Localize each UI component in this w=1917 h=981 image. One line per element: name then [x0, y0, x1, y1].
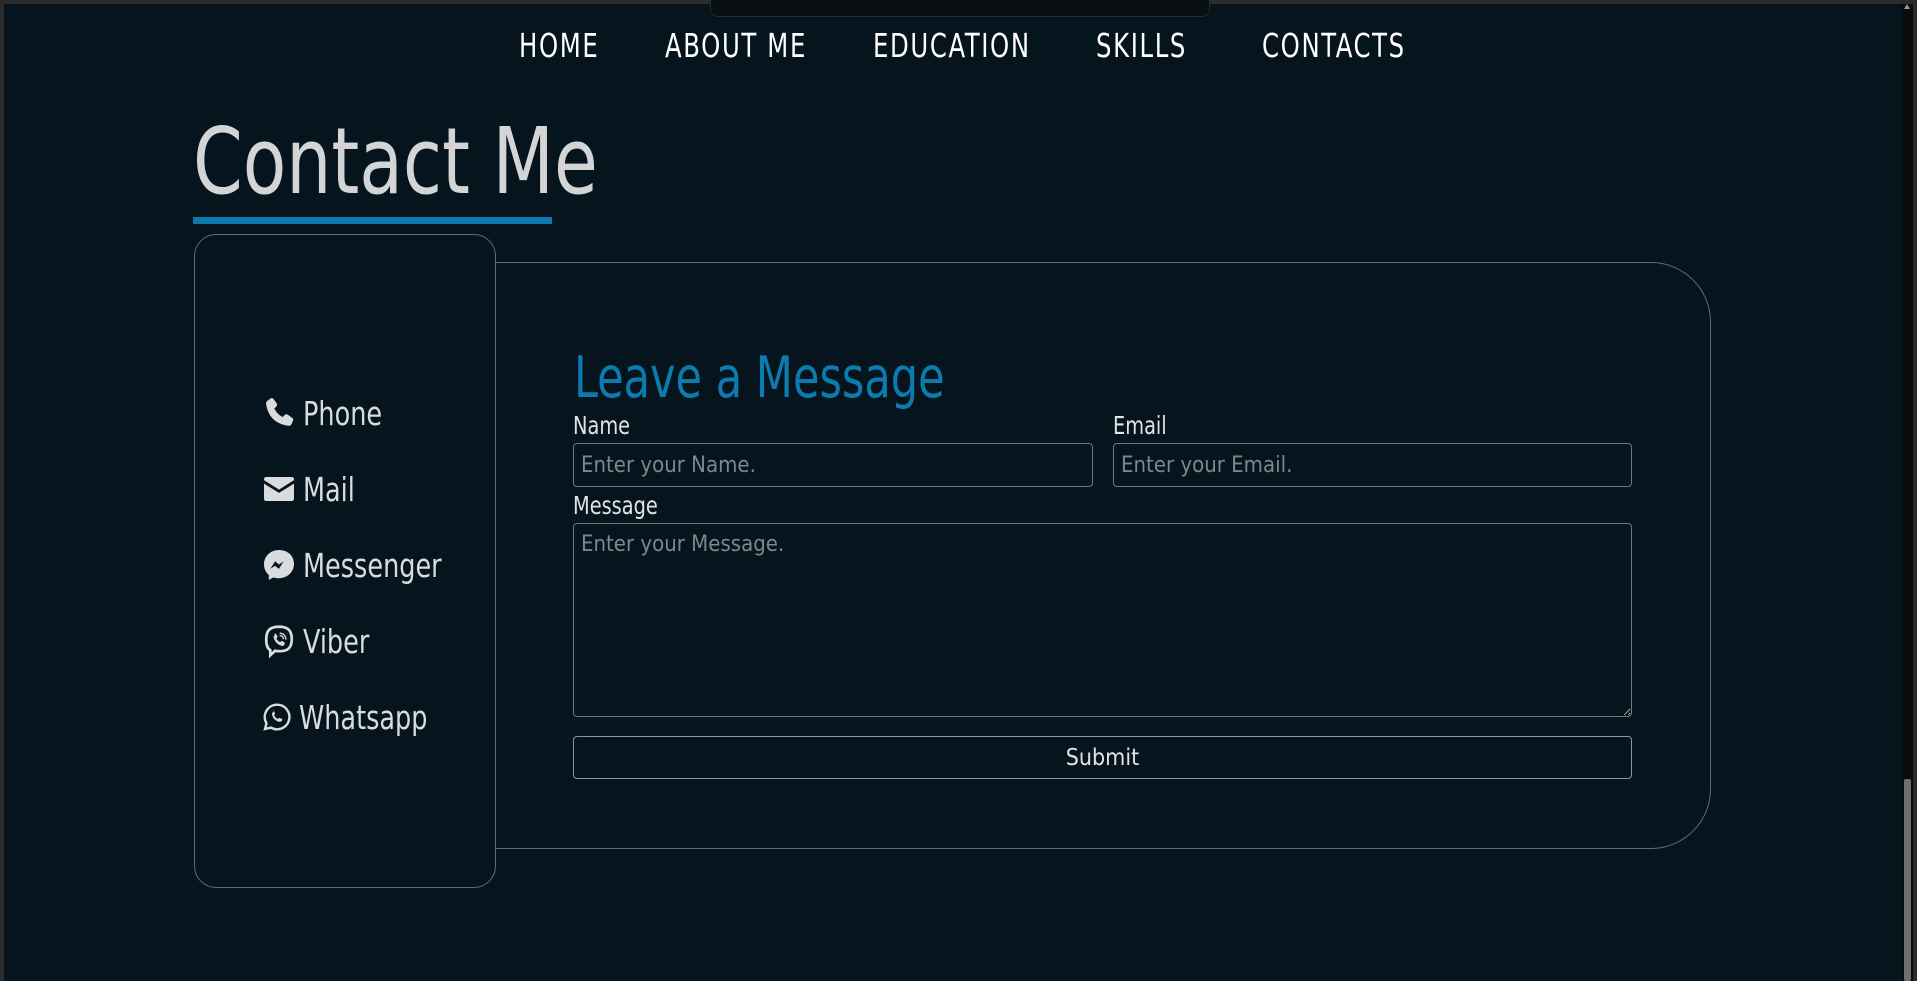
title-underline — [193, 217, 552, 224]
page-title: Contact Me — [193, 108, 598, 215]
contact-viber-label: Viber — [303, 621, 370, 661]
name-input[interactable] — [573, 443, 1093, 487]
scroll-up-arrow-icon[interactable] — [1904, 4, 1910, 9]
contact-whatsapp-label: Whatsapp — [299, 697, 428, 737]
form-title: Leave a Message — [574, 345, 945, 411]
top-navigation: HOME ABOUT ME EDUCATION SKILLS CONTACTS — [0, 22, 1917, 70]
nav-skills[interactable]: SKILLS — [1096, 22, 1187, 70]
email-input[interactable] — [1113, 443, 1632, 487]
name-label: Name — [573, 411, 631, 440]
contact-phone-label: Phone — [303, 393, 383, 433]
phone-icon — [261, 395, 297, 431]
nav-contacts[interactable]: CONTACTS — [1262, 22, 1406, 70]
nav-education[interactable]: EDUCATION — [873, 22, 1031, 70]
contact-viber-link[interactable]: Viber — [261, 617, 380, 665]
contact-whatsapp-link[interactable]: Whatsapp — [261, 693, 448, 741]
nav-about-me[interactable]: ABOUT ME — [665, 22, 807, 70]
contact-links-card: Phone Mail Messenger Viber Whatsapp — [194, 234, 496, 888]
page-scrollbar[interactable] — [1902, 4, 1913, 981]
message-label: Message — [573, 491, 658, 520]
contact-mail-link[interactable]: Mail — [261, 465, 363, 513]
mail-icon — [261, 471, 297, 507]
email-label: Email — [1113, 411, 1167, 440]
submit-button[interactable]: Submit — [573, 736, 1632, 779]
scrollbar-thumb[interactable] — [1904, 779, 1911, 981]
contact-mail-label: Mail — [303, 469, 355, 509]
messenger-icon — [261, 547, 297, 583]
viber-icon — [261, 623, 297, 659]
contact-messenger-label: Messenger — [303, 545, 442, 585]
contact-messenger-link[interactable]: Messenger — [261, 541, 464, 589]
nav-home[interactable]: HOME — [519, 22, 599, 70]
contact-phone-link[interactable]: Phone — [261, 389, 395, 437]
browser-tab-strip — [710, 0, 1210, 17]
whatsapp-icon — [261, 699, 293, 735]
message-textarea[interactable] — [573, 523, 1632, 717]
